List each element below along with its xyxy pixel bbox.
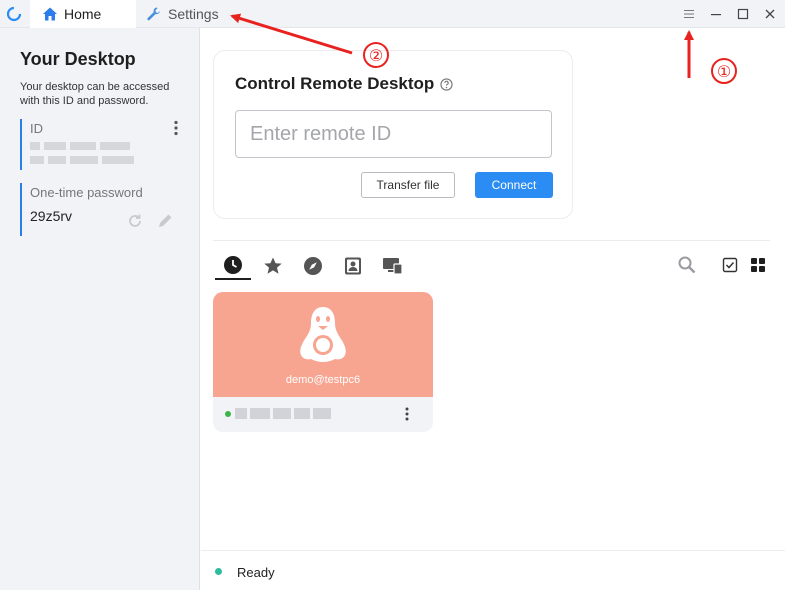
status-text: Ready [237,565,275,580]
remote-id-input[interactable] [235,110,552,158]
annotation-badge-1: ① [711,58,737,84]
status-bar: Ready [201,550,785,590]
tab-favorites[interactable] [255,252,291,280]
control-remote-card: Control Remote Desktop Transfer file Con… [213,50,573,219]
id-label: ID [30,121,43,136]
connect-button[interactable]: Connect [475,172,553,198]
sidebar-title: Your Desktop [20,49,136,69]
tab-group[interactable] [375,252,411,280]
address-book-icon [345,257,361,275]
refresh-password-icon[interactable] [127,213,143,229]
sidebar-description: Your desktop can be accessed with this I… [20,81,170,107]
password-label: One-time password [30,185,143,200]
menu-button[interactable] [679,4,699,24]
tab-address-book[interactable] [335,252,371,280]
status-dot [215,568,222,575]
grid-view-button[interactable] [748,255,768,275]
star-icon [264,257,282,274]
tab-home-label: Home [64,6,102,22]
edit-password-icon[interactable] [156,212,174,230]
minimize-icon [711,14,721,16]
tab-discovered[interactable] [295,252,331,280]
control-title: Control Remote Desktop [235,74,453,94]
peer-name: demo@testpc6 [285,374,361,386]
clock-icon [224,256,242,274]
password-section: One-time password 29z5rv [20,183,190,236]
linux-tux-icon [300,307,346,362]
transfer-file-button[interactable]: Transfer file [361,172,455,198]
peer-card-header: demo@testpc6 [213,292,433,397]
id-more-icon[interactable] [174,120,178,136]
close-icon [765,9,775,19]
tab-settings-label: Settings [168,6,219,22]
grid-view-icon [751,258,765,272]
tab-home[interactable]: Home [30,0,136,28]
online-status-dot [225,411,231,417]
select-peers-button[interactable] [720,255,740,275]
peer-id-redacted [235,408,331,419]
annotation-label-1: ① [717,62,731,81]
title-bar: Home Settings [0,0,785,28]
home-icon [43,7,57,21]
checkbox-icon [722,257,738,273]
id-value-redacted[interactable] [30,142,190,164]
control-title-text: Control Remote Desktop [235,74,435,93]
search-icon [678,256,696,274]
peer-more-icon[interactable] [405,407,409,421]
tab-recent[interactable] [215,252,251,280]
app-logo-icon [6,6,22,22]
close-button[interactable] [760,4,780,24]
section-divider [213,240,770,241]
maximize-button[interactable] [733,4,753,24]
minimize-button[interactable] [706,4,726,24]
id-section: ID [20,119,190,170]
search-peers-button[interactable] [677,255,697,275]
compass-icon [304,257,322,275]
tab-settings[interactable]: Settings [144,0,244,28]
wrench-icon [147,7,160,21]
devices-icon [383,258,403,275]
maximize-icon [737,8,749,20]
peer-card[interactable]: demo@testpc6 [213,292,433,432]
sidebar: Your Desktop Your desktop can be accesse… [0,28,200,590]
help-icon[interactable] [440,77,453,91]
hamburger-icon [684,10,694,18]
